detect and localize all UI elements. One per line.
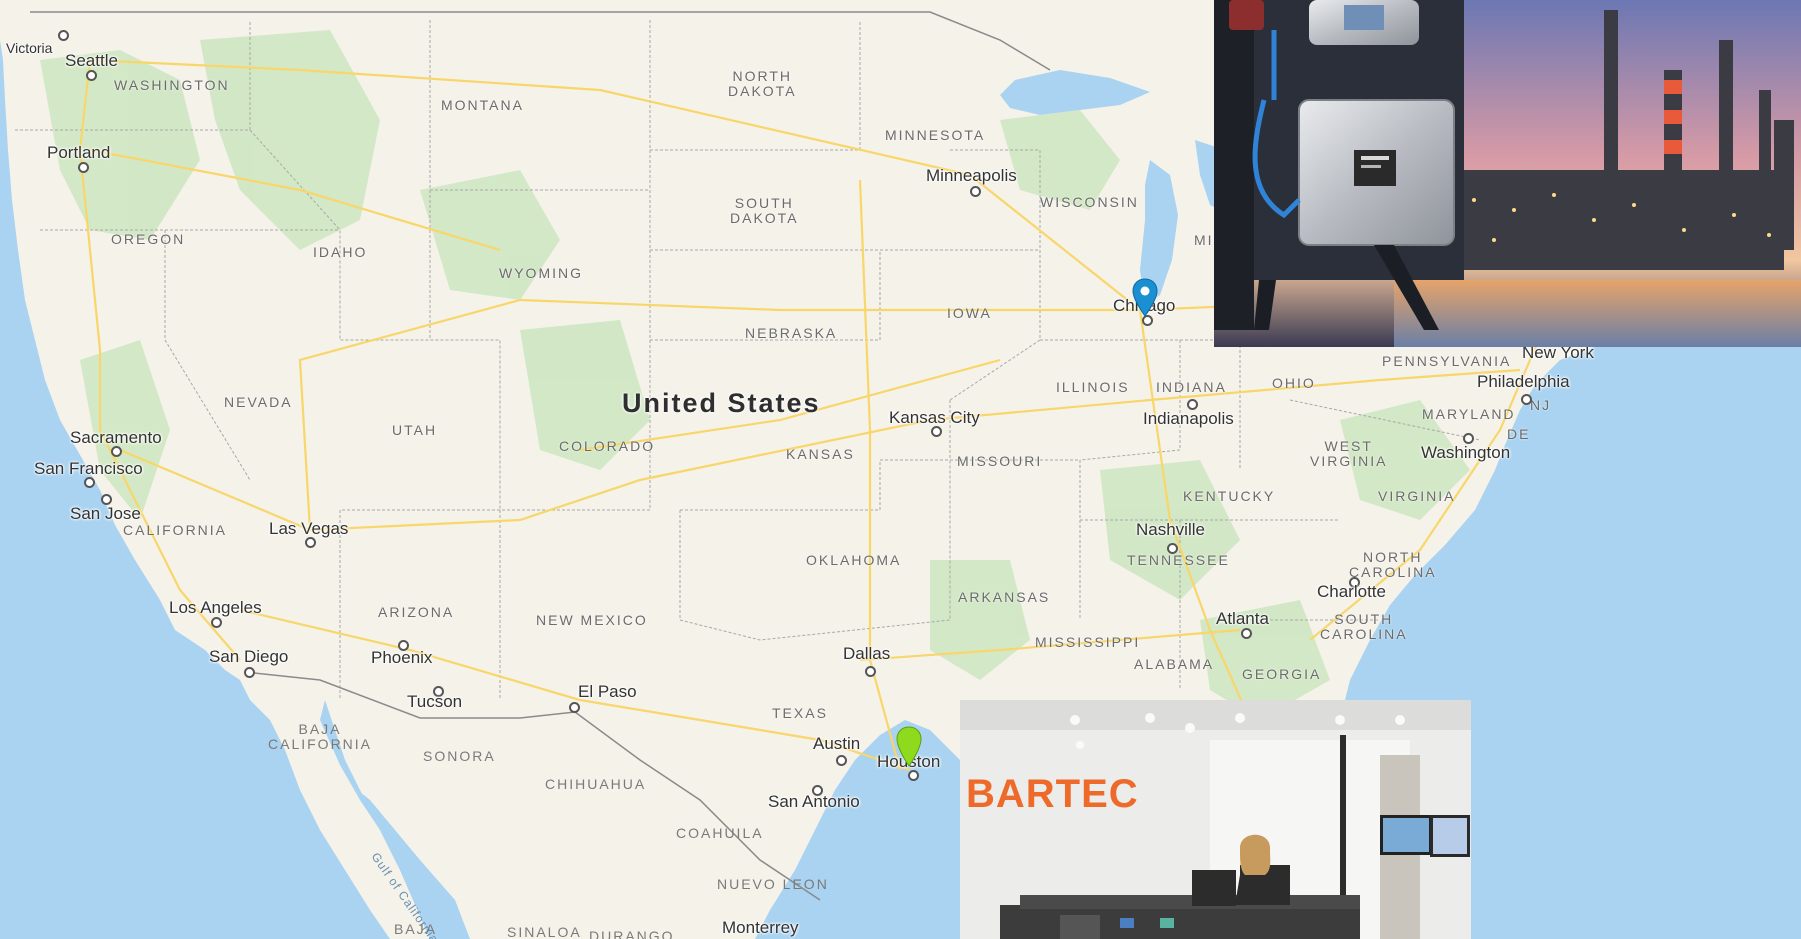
state-label-illinois: ILLINOIS	[1056, 379, 1130, 395]
state-label-washington: WASHINGTON	[114, 77, 230, 93]
city-label-dallas[interactable]: Dallas	[843, 644, 890, 664]
state-label-alabama: ALABAMA	[1134, 656, 1215, 672]
state-label-ohio: OHIO	[1272, 375, 1316, 391]
city-label-san-jose[interactable]: San Jose	[70, 504, 141, 524]
map-pin-icon	[896, 726, 922, 767]
state-label-west-virginia: WEST VIRGINIA	[1310, 438, 1388, 469]
state-label-michigan: MI	[1194, 232, 1214, 248]
region-label-sinaloa: SINALOA	[507, 924, 582, 939]
state-label-south-dakota: SOUTH DAKOTA	[730, 195, 799, 226]
state-label-kentucky: KENTUCKY	[1183, 488, 1276, 504]
city-label-los-angeles[interactable]: Los Angeles	[169, 598, 262, 618]
state-label-montana: MONTANA	[441, 97, 524, 113]
state-label-delaware: DE	[1507, 426, 1531, 442]
city-label-san-antonio[interactable]: San Antonio	[768, 792, 860, 812]
state-label-maryland: MARYLAND	[1422, 406, 1516, 422]
city-label-sacramento[interactable]: Sacramento	[70, 428, 162, 448]
country-label: United States	[622, 388, 821, 418]
state-label-texas: TEXAS	[772, 705, 828, 721]
state-label-north-dakota: NORTH DAKOTA	[728, 68, 797, 99]
houston-marker[interactable]	[896, 726, 922, 768]
industrial-analyzer-cabinet-refinery-photo-icon	[1214, 0, 1801, 347]
city-label-seattle[interactable]: Seattle	[65, 51, 118, 71]
city-label-minneapolis[interactable]: Minneapolis	[926, 166, 1017, 186]
city-label-philadelphia[interactable]: Philadelphia	[1477, 372, 1570, 392]
state-label-nevada: NEVADA	[224, 394, 293, 410]
region-label-coahuila: COAHUILA	[676, 825, 764, 841]
city-dot-minneapolis	[970, 186, 981, 197]
region-label-sonora: SONORA	[423, 748, 496, 764]
city-dot-san-diego	[244, 667, 255, 678]
region-label-baja-california: BAJA CALIFORNIA	[268, 721, 373, 752]
state-label-utah: UTAH	[392, 422, 438, 438]
city-dot-austin	[836, 755, 847, 766]
city-dot-seattle	[86, 70, 97, 81]
state-label-idaho: IDAHO	[313, 244, 368, 260]
city-dot-portland	[78, 162, 89, 173]
city-dot-philadelphia	[1521, 394, 1532, 405]
state-label-nebraska: NEBRASKA	[745, 325, 838, 341]
state-label-new-jersey: NJ	[1530, 397, 1552, 413]
state-label-iowa: IOWA	[947, 305, 992, 321]
state-label-colorado: COLORADO	[559, 438, 656, 454]
city-dot-los-angeles	[211, 617, 222, 628]
bartec-logo: BARTEC	[966, 772, 1139, 816]
state-label-arizona: ARIZONA	[378, 604, 455, 620]
city-label-tucson[interactable]: Tucson	[407, 692, 462, 712]
state-label-wisconsin: WISCONSIN	[1040, 194, 1139, 210]
city-dot-el-paso	[569, 702, 580, 713]
state-label-arkansas: ARKANSAS	[958, 589, 1051, 605]
state-label-mississippi: MISSISSIPPI	[1035, 634, 1141, 650]
state-label-pennsylvania: PENNSYLVANIA	[1382, 353, 1512, 369]
state-label-virginia: VIRGINIA	[1378, 488, 1456, 504]
city-label-washington[interactable]: Washington	[1421, 443, 1510, 463]
state-label-south-carolina: SOUTH CAROLINA	[1320, 611, 1408, 642]
region-label-chihuahua: CHIHUAHUA	[545, 776, 647, 792]
chicago-marker[interactable]	[1132, 278, 1158, 318]
state-label-new-mexico: NEW MEXICO	[536, 612, 648, 628]
state-label-missouri: MISSOURI	[957, 453, 1043, 469]
refinery-photo-inset	[1214, 0, 1801, 347]
city-label-nashville[interactable]: Nashville	[1136, 520, 1205, 540]
city-dot-dallas	[865, 666, 876, 677]
state-label-california: CALIFORNIA	[123, 522, 228, 538]
city-label-el-paso[interactable]: El Paso	[578, 682, 637, 702]
state-label-indiana: INDIANA	[1156, 379, 1227, 395]
city-label-san-diego[interactable]: San Diego	[209, 647, 288, 667]
city-dot-victoria	[58, 30, 69, 41]
region-label-durango: DURANGO	[589, 928, 675, 939]
office-reception-photo-icon	[960, 700, 1471, 939]
state-label-minnesota: MINNESOTA	[885, 127, 986, 143]
state-label-north-carolina: NORTH CAROLINA	[1349, 549, 1437, 580]
state-label-tennessee: TENNESSEE	[1127, 552, 1230, 568]
city-label-las-vegas[interactable]: Las Vegas	[269, 519, 348, 539]
city-label-charlotte[interactable]: Charlotte	[1317, 582, 1386, 602]
city-label-kansas-city[interactable]: Kansas City	[889, 408, 980, 428]
state-label-georgia: GEORGIA	[1242, 666, 1322, 682]
city-dot-atlanta	[1241, 628, 1252, 639]
map-pin-icon	[1132, 278, 1158, 317]
city-dot-nashville	[1167, 543, 1178, 554]
city-label-indianapolis[interactable]: Indianapolis	[1143, 409, 1234, 429]
state-label-kansas: KANSAS	[786, 446, 855, 462]
office-photo-inset: BARTEC	[960, 700, 1471, 939]
region-label-nuevo-leon: NUEVO LEON	[717, 876, 829, 892]
city-label-portland[interactable]: Portland	[47, 143, 110, 163]
city-label-austin[interactable]: Austin	[813, 734, 860, 754]
city-label-victoria[interactable]: Victoria	[6, 40, 52, 56]
map-collage: United States Gulf of California WASHING…	[0, 0, 1801, 939]
city-label-atlanta[interactable]: Atlanta	[1216, 609, 1269, 629]
state-label-oklahoma: OKLAHOMA	[806, 552, 902, 568]
pin-center-icon	[1140, 286, 1150, 296]
city-label-monterrey[interactable]: Monterrey	[722, 918, 799, 938]
state-label-wyoming: WYOMING	[499, 265, 583, 281]
city-label-phoenix[interactable]: Phoenix	[371, 648, 432, 668]
city-label-san-francisco[interactable]: San Francisco	[34, 459, 143, 479]
state-label-oregon: OREGON	[111, 231, 186, 247]
region-label-baja: BAJA	[394, 921, 438, 937]
